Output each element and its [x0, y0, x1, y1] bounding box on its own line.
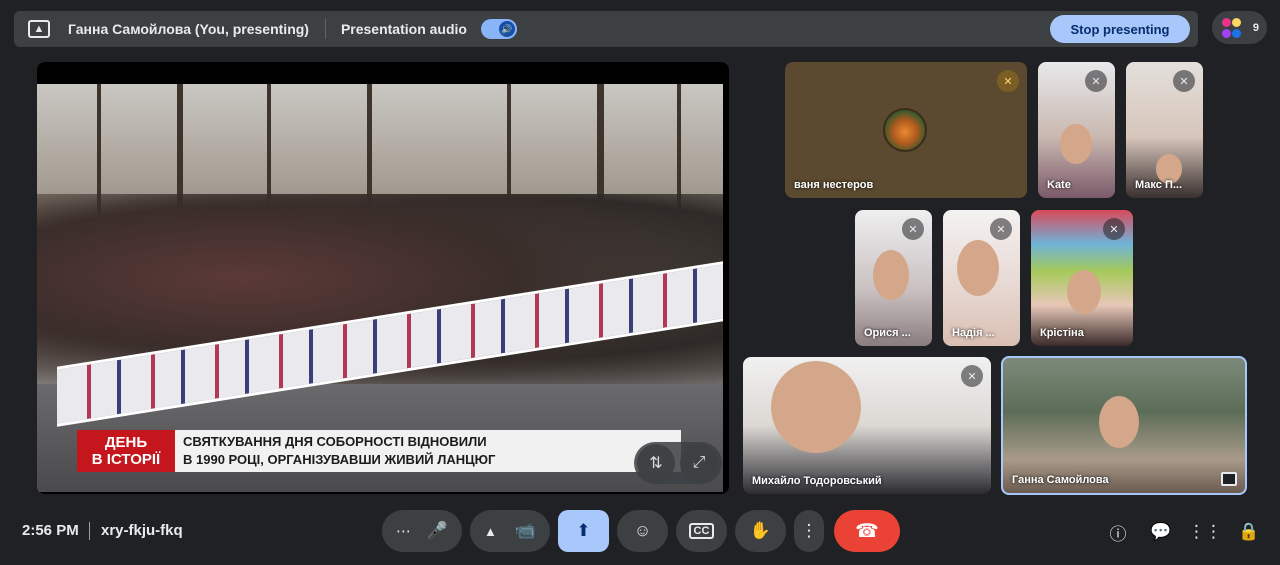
meeting-code: xry-fkju-fkq	[101, 522, 183, 539]
participant-tile[interactable]: ✕ Надія ...	[943, 210, 1020, 346]
ticker-text-line2: В 1990 РОЦІ, ОРГАНІЗУВАВШИ ЖИВИЙ ЛАНЦЮГ	[183, 452, 496, 467]
presenter-label: Ганна Самойлова (You, presenting)	[68, 21, 309, 37]
participant-name: Макс П...	[1135, 179, 1183, 191]
participant-tile[interactable]: ✕ ваня нестеров	[785, 62, 1027, 198]
ticker-text-line1: СВЯТКУВАННЯ ДНЯ СОБОРНОСТІ ВІДНОВИЛИ	[183, 434, 487, 449]
camera-options-icon[interactable]: ▲	[484, 524, 497, 539]
participants-button[interactable]: 9	[1212, 11, 1267, 44]
mic-off-icon: ✕	[997, 70, 1019, 92]
mic-off-icon: ✕	[902, 218, 924, 240]
participants-avatars-icon	[1220, 17, 1242, 39]
end-call-icon: ☎	[855, 520, 879, 542]
pip-icon[interactable]	[1221, 472, 1237, 486]
participant-face	[1067, 270, 1101, 314]
divider	[89, 522, 90, 540]
news-ticker: ДЕНЬ В ІСТОРІЇ СВЯТКУВАННЯ ДНЯ СОБОРНОСТ…	[77, 430, 681, 472]
raise-hand-icon: ✋	[749, 521, 772, 540]
speaker-icon: 🔊	[498, 21, 515, 37]
mic-control-group: ⋯ 🎤	[382, 510, 462, 552]
clock: 2:56 PM	[22, 522, 79, 539]
reactions-button[interactable]: ☺	[617, 510, 668, 552]
participants-count: 9	[1252, 21, 1259, 34]
ticker-badge: ДЕНЬ В ІСТОРІЇ	[77, 430, 175, 472]
avatar	[883, 108, 927, 152]
mic-off-icon: ✕	[1085, 70, 1107, 92]
participant-tile[interactable]: ✕ Макс П...	[1126, 62, 1203, 198]
meeting-details-icon[interactable]: ⓘ	[1106, 520, 1130, 544]
divider	[324, 19, 326, 39]
captions-icon: CC	[688, 523, 715, 539]
present-screen-button[interactable]: ⬆	[558, 510, 609, 552]
participant-face	[1099, 396, 1139, 448]
participant-name: Ганна Самойлова	[1012, 474, 1109, 486]
mic-off-icon: ✕	[1173, 70, 1195, 92]
participant-face	[873, 250, 909, 300]
fullscreen-icon[interactable]: ⤢	[680, 444, 718, 482]
participant-tile[interactable]: ✕ Михайло Тодоровський	[743, 357, 991, 494]
presenting-bar: ▲ Ганна Самойлова (You, presenting) Pres…	[14, 11, 1198, 47]
captions-button[interactable]: CC	[676, 510, 727, 552]
stop-presenting-button[interactable]: Stop presenting	[1050, 15, 1190, 43]
more-options-button[interactable]: ⋮	[794, 510, 824, 552]
participant-name: Kate	[1047, 179, 1071, 191]
participant-name: Надія ...	[952, 327, 995, 339]
more-vert-icon: ⋮	[800, 521, 818, 540]
mic-off-icon: ✕	[961, 365, 983, 387]
participant-tile[interactable]: ✕ Kate	[1038, 62, 1115, 198]
emoji-icon: ☺	[633, 521, 652, 540]
mic-off-icon: ✕	[990, 218, 1012, 240]
participant-face	[1060, 124, 1092, 164]
present-screen-icon: ⬆	[576, 521, 591, 540]
participant-name: Крістіна	[1040, 327, 1084, 339]
microphone-icon[interactable]: 🎤	[427, 521, 448, 541]
presentation-audio-toggle[interactable]: 🔊	[480, 19, 517, 39]
activities-icon[interactable]: ⋮⋮	[1188, 520, 1222, 544]
participant-name: Михайло Тодоровський	[752, 475, 882, 487]
participant-tile[interactable]: ✕ Орися ...	[855, 210, 932, 346]
ticker-text: СВЯТКУВАННЯ ДНЯ СОБОРНОСТІ ВІДНОВИЛИ В 1…	[175, 430, 681, 472]
host-controls-icon[interactable]: 🔒	[1237, 520, 1261, 544]
swap-arrows-icon[interactable]: ⇅	[637, 444, 675, 482]
participant-tile[interactable]: ✕ Крістіна	[1031, 210, 1133, 346]
presentation-audio-label: Presentation audio	[340, 21, 467, 37]
raise-hand-button[interactable]: ✋	[735, 510, 786, 552]
mic-off-icon: ✕	[1103, 218, 1125, 240]
participant-face	[957, 240, 999, 296]
participant-tile-self[interactable]: Ганна Самойлова	[1001, 356, 1247, 495]
participant-face	[771, 361, 861, 453]
mic-options-icon[interactable]: ⋯	[396, 522, 411, 540]
leave-call-button[interactable]: ☎	[834, 510, 900, 552]
present-screen-icon: ▲	[28, 20, 50, 38]
ticker-badge-line1: ДЕНЬ	[104, 434, 148, 451]
participant-name: ваня нестеров	[794, 179, 874, 191]
camera-icon[interactable]: 📹	[515, 521, 536, 541]
participant-name: Орися ...	[864, 327, 911, 339]
chat-icon[interactable]: 💬	[1149, 520, 1173, 544]
camera-control-group: ▲ 📹	[470, 510, 550, 552]
ticker-badge-line2: В ІСТОРІЇ	[91, 451, 161, 468]
presentation-video[interactable]: ДЕНЬ В ІСТОРІЇ СВЯТКУВАННЯ ДНЯ СОБОРНОСТ…	[37, 62, 729, 494]
